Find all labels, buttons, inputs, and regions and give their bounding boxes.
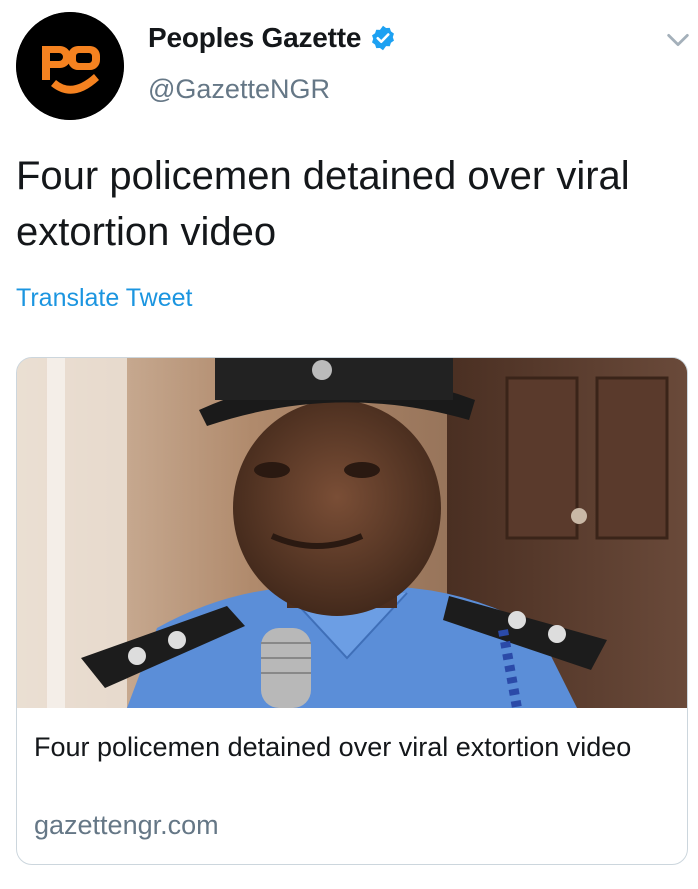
chevron-down-icon[interactable]: [664, 26, 692, 54]
translate-tweet-link[interactable]: Translate Tweet: [16, 284, 192, 313]
display-name[interactable]: Peoples Gazette: [148, 22, 362, 54]
handle[interactable]: @GazetteNGR: [148, 74, 330, 105]
name-row: Peoples Gazette: [148, 22, 397, 54]
verified-badge-icon: [372, 25, 395, 51]
card-domain: gazettengr.com: [34, 810, 219, 840]
article-photo-icon: [17, 358, 687, 708]
card-title: Four policemen detained over viral extor…: [34, 732, 632, 762]
peoples-gazette-logo-icon: [16, 12, 124, 120]
avatar[interactable]: [16, 12, 124, 120]
tweet: Peoples Gazette @GazetteNGR Four policem…: [0, 0, 698, 889]
tweet-text: Four policemen detained over viral extor…: [16, 154, 630, 254]
card-image: [17, 358, 687, 708]
link-card[interactable]: Four policemen detained over viral extor…: [16, 357, 688, 865]
